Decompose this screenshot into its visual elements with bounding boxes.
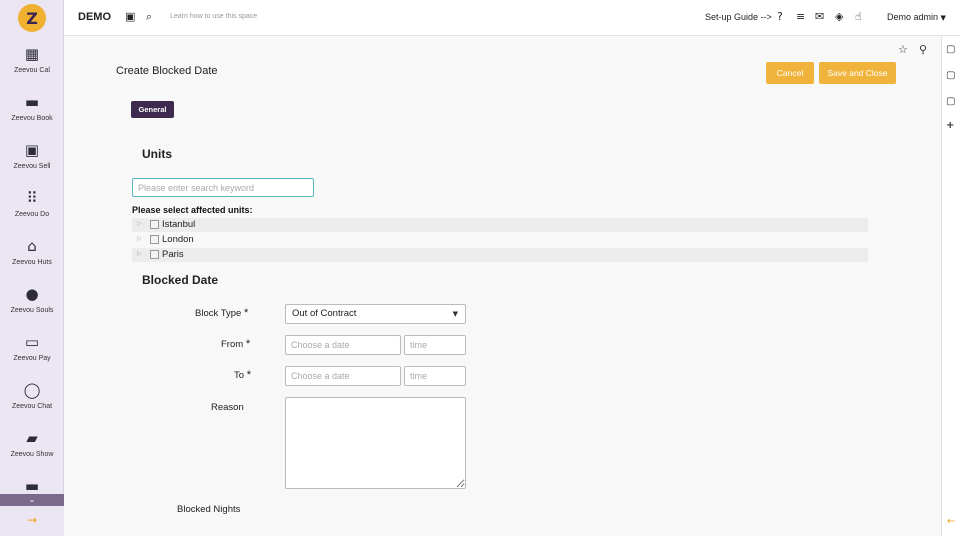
block-type-value: Out of Contract: [292, 308, 357, 319]
expand-arrow-icon[interactable]: ▷: [137, 250, 142, 257]
unit-checkbox[interactable]: [150, 250, 159, 259]
bed-icon: ▬: [24, 93, 40, 111]
money-icon: ▣: [24, 141, 40, 159]
sidebar-item-souls[interactable]: ● Zeevou Souls: [0, 285, 64, 333]
sidebar-item-sell[interactable]: ▣ Zeevou Sell: [0, 141, 64, 189]
star-icon[interactable]: ☆: [898, 43, 908, 56]
sidebar-item-chat[interactable]: ◯ Zeevou Chat: [0, 381, 64, 429]
caret-down-icon: ▼: [452, 310, 458, 318]
note-icon[interactable]: ▢: [946, 96, 955, 107]
home-icon: ⌂: [27, 237, 37, 255]
expand-arrow-icon[interactable]: ▷: [137, 220, 142, 227]
sidebar-item-do[interactable]: ⠿ Zeevou Do: [0, 189, 64, 237]
chevron-down-icon[interactable]: ⌄: [0, 494, 64, 506]
label-text: Block Type: [195, 308, 242, 319]
required-mark: *: [246, 369, 251, 381]
sidebar: Z ▦ Zeevou Cal ▬ Zeevou Book ▣ Zeevou Se…: [0, 0, 64, 536]
image-icon[interactable]: ▣: [125, 10, 135, 23]
save-and-close-button[interactable]: Save and Close: [819, 62, 896, 84]
right-rail: ▢ ▢ ▢ + ←: [941, 36, 960, 536]
mail-icon[interactable]: ✉: [815, 10, 824, 23]
ticket-icon[interactable]: ◈: [835, 10, 843, 23]
arrow-right-icon[interactable]: →: [0, 506, 64, 536]
sidebar-item-label: Zeevou Pay: [13, 355, 51, 362]
app-root: Z ▦ Zeevou Cal ▬ Zeevou Book ▣ Zeevou Se…: [0, 0, 960, 536]
to-date-input[interactable]: [285, 366, 401, 386]
sidebar-item-label: Zeevou Huts: [12, 259, 52, 266]
unit-name: Istanbul: [162, 219, 196, 230]
tab-general[interactable]: General: [131, 101, 174, 118]
search-icon[interactable]: ⌕: [146, 10, 152, 24]
zeevou-logo[interactable]: Z: [18, 4, 46, 32]
unit-search-input[interactable]: [132, 178, 314, 197]
question-icon[interactable]: ?: [777, 10, 783, 23]
space-name[interactable]: DEMO: [78, 11, 111, 23]
unit-name: Paris: [162, 249, 184, 260]
folder-icon: ▬: [24, 477, 40, 495]
sidebar-item-folder[interactable]: ▬: [0, 477, 64, 495]
user-menu[interactable]: Demo admin ▼: [887, 12, 946, 22]
unit-row[interactable]: ▷ Paris: [132, 248, 868, 262]
sidebar-item-label: Zeevou Souls: [10, 307, 54, 314]
note-icon[interactable]: ▢: [946, 70, 955, 81]
block-type-select[interactable]: Out of Contract ▼: [285, 304, 466, 324]
calendar-icon: ▦: [24, 45, 40, 63]
plus-icon[interactable]: +: [946, 120, 954, 131]
required-mark: *: [243, 307, 249, 319]
hand-icon[interactable]: ☝: [855, 10, 862, 23]
blocked-date-heading: Blocked Date: [142, 273, 219, 287]
unit-checkbox[interactable]: [150, 235, 159, 244]
label-text: To: [234, 370, 245, 381]
sidebar-item-label: Zeevou Cal: [14, 67, 50, 74]
help-hint[interactable]: Learn how to use this space: [170, 13, 257, 20]
menu-icon[interactable]: ≡: [796, 10, 805, 23]
user-name: Demo admin: [887, 12, 939, 22]
sidebar-item-label: Zeevou Sell: [13, 163, 51, 170]
to-time-input[interactable]: [404, 366, 466, 386]
sidebar-item-huts[interactable]: ⌂ Zeevou Huts: [0, 237, 64, 285]
sidebar-item-label: Zeevou Do: [14, 211, 50, 218]
unit-row[interactable]: ▷ London: [132, 233, 868, 247]
note-icon[interactable]: ▢: [946, 44, 955, 55]
caret-down-icon: ▼: [940, 14, 946, 22]
cancel-button[interactable]: Cancel: [766, 62, 814, 84]
reason-textarea[interactable]: [285, 397, 466, 489]
page-title: Create Blocked Date: [116, 65, 218, 77]
expand-arrow-icon[interactable]: ▷: [137, 235, 142, 242]
sidebar-item-cal[interactable]: ▦ Zeevou Cal: [0, 45, 64, 93]
pin-icon[interactable]: ⚲: [919, 43, 927, 56]
credit-card-icon: ▭: [24, 333, 40, 351]
sidebar-item-pay[interactable]: ▭ Zeevou Pay: [0, 333, 64, 381]
from-date-input[interactable]: [285, 335, 401, 355]
unit-checkbox[interactable]: [150, 220, 159, 229]
to-label: To *: [234, 369, 251, 381]
sidebar-item-label: Zeevou Book: [11, 115, 53, 122]
reason-label: Reason: [211, 402, 244, 413]
sidebar-item-label: Zeevou Chat: [11, 403, 53, 410]
setup-guide-link[interactable]: Set-up Guide -->: [705, 12, 772, 22]
sidebar-item-label: Zeevou Show: [10, 451, 54, 458]
chat-icon: ◯: [23, 381, 41, 399]
arrow-left-icon[interactable]: ←: [947, 516, 955, 527]
units-select-label: Please select affected units:: [132, 205, 253, 215]
sidebar-item-show[interactable]: ▰ Zeevou Show: [0, 429, 64, 477]
user-icon: ●: [25, 285, 39, 303]
from-time-input[interactable]: [404, 335, 466, 355]
block-type-label: Block Type *: [195, 307, 248, 319]
units-heading: Units: [142, 147, 172, 161]
grid-icon: ⠿: [26, 189, 38, 207]
sidebar-item-book[interactable]: ▬ Zeevou Book: [0, 93, 64, 141]
from-label: From *: [221, 338, 250, 350]
book-icon: ▰: [26, 429, 38, 447]
top-bar: DEMO ▣ ⌕ Learn how to use this space Set…: [64, 0, 960, 36]
label-text: From: [221, 339, 244, 350]
blocked-nights-label: Blocked Nights: [177, 504, 241, 515]
unit-row[interactable]: ▷ Istanbul: [132, 218, 868, 232]
unit-name: London: [162, 234, 194, 245]
required-mark: *: [245, 338, 251, 350]
